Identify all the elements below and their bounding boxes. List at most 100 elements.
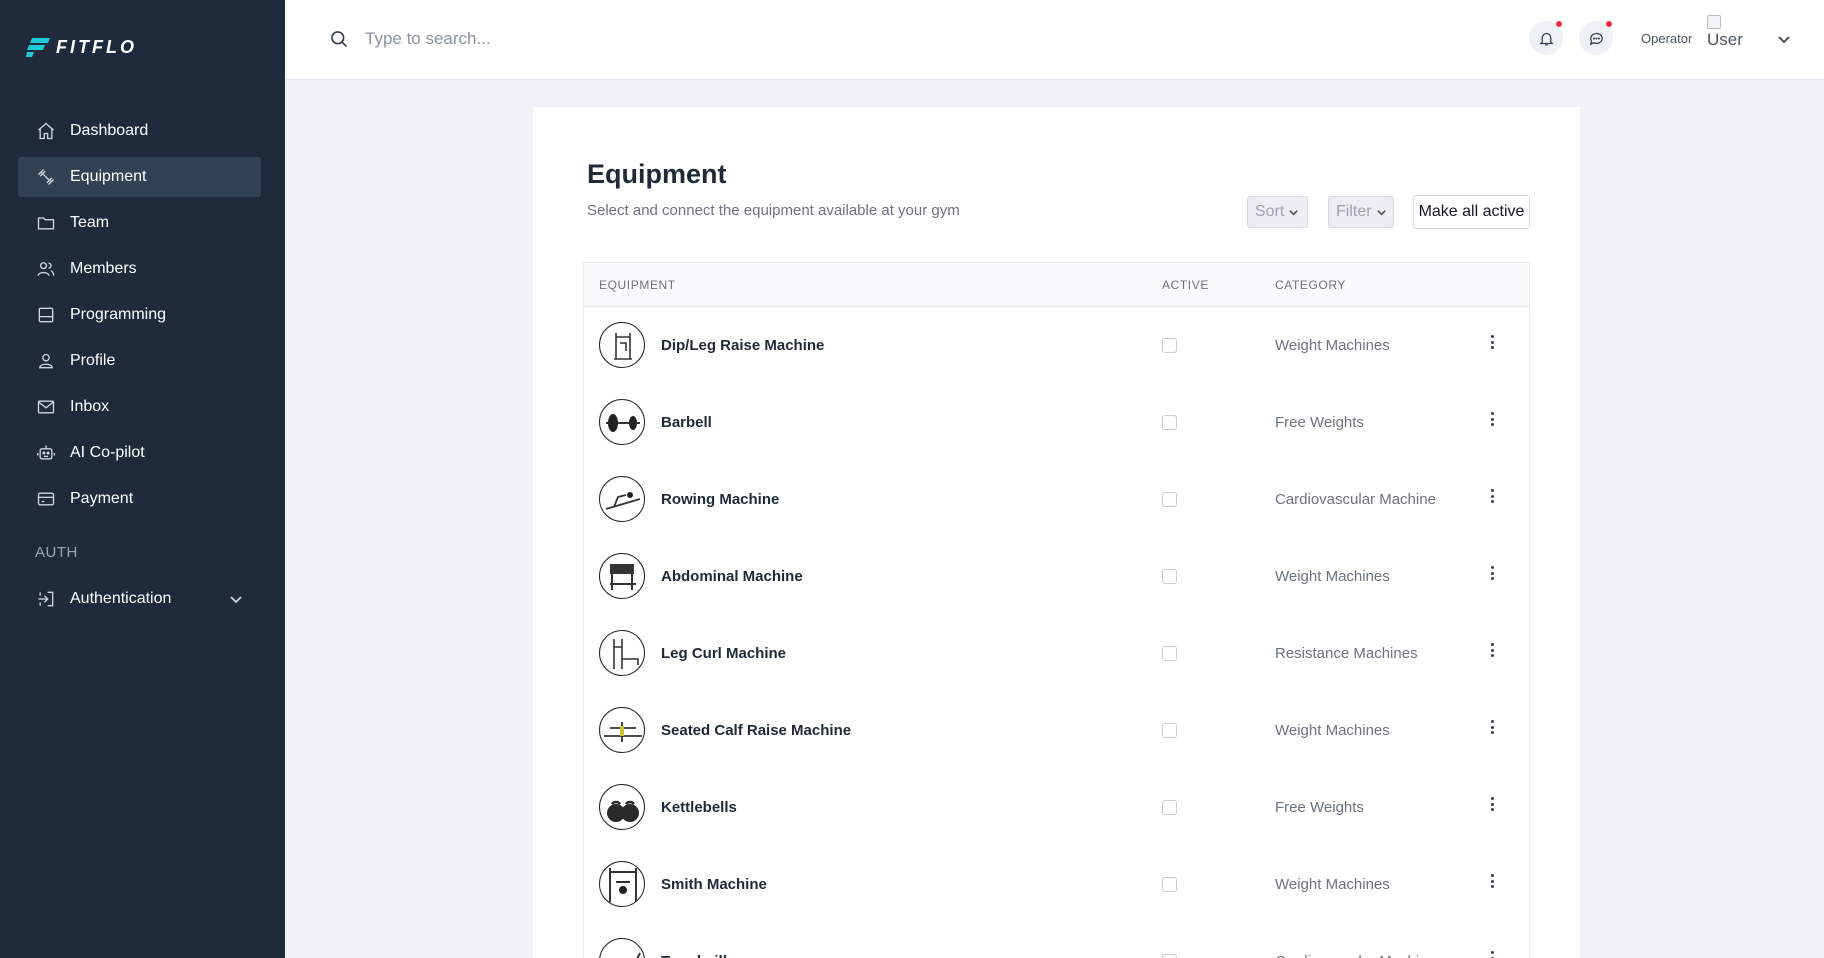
row-actions-icon[interactable] (1488, 489, 1496, 507)
equipment-thumbnail (599, 630, 645, 676)
user-role: Operator (1641, 31, 1693, 46)
row-actions-icon[interactable] (1488, 951, 1496, 958)
row-actions-icon[interactable] (1488, 566, 1496, 584)
table-row[interactable]: Dip/Leg Raise Machine Weight Machines (584, 307, 1529, 384)
filter-label: Filter (1336, 203, 1372, 220)
row-actions-icon[interactable] (1488, 335, 1496, 353)
sidebar-item-programming[interactable]: Programming (18, 295, 261, 335)
active-checkbox[interactable] (1162, 415, 1177, 430)
message-dot (1605, 20, 1613, 28)
notifications-button[interactable] (1529, 20, 1563, 55)
table-row[interactable]: Leg Curl Machine Resistance Machines (584, 615, 1529, 692)
equipment-category: Weight Machines (1275, 876, 1390, 893)
search-input[interactable] (365, 24, 865, 54)
equipment-category: Weight Machines (1275, 337, 1390, 354)
equipment-name: Barbell (661, 414, 712, 431)
equipment-category: Resistance Machines (1275, 645, 1418, 662)
table-row[interactable]: Smith Machine Weight Machines (584, 846, 1529, 923)
table-row[interactable]: Rowing Machine Cardiovascular Machine (584, 461, 1529, 538)
active-checkbox[interactable] (1162, 338, 1177, 353)
table-row[interactable]: Seated Calf Raise Machine Weight Machines (584, 692, 1529, 769)
sidebar-item-profile[interactable]: Profile (18, 341, 261, 381)
bell-icon (1538, 32, 1554, 46)
row-actions-icon[interactable] (1488, 643, 1496, 661)
make-all-active-button[interactable]: Make all active (1413, 195, 1530, 229)
sidebar-item-members[interactable]: Members (18, 249, 261, 289)
chevron-down-icon (1289, 209, 1299, 216)
active-checkbox[interactable] (1162, 800, 1177, 815)
equipment-thumbnail (599, 938, 645, 958)
fitflo-logo[interactable]: FITFLO (26, 36, 137, 58)
sidebar-item-dashboard[interactable]: Dashboard (18, 111, 261, 151)
seated-calf-raise-machine-image (604, 722, 642, 742)
column-header-equipment: EQUIPMENT (599, 278, 676, 292)
equipment-thumbnail (599, 707, 645, 753)
login-icon (38, 591, 54, 607)
row-actions-icon[interactable] (1488, 720, 1496, 738)
active-checkbox[interactable] (1162, 569, 1177, 584)
messages-button[interactable] (1579, 20, 1613, 55)
equipment-category: Cardiovascular Machine (1275, 953, 1436, 958)
chevron-down-icon[interactable] (229, 592, 243, 606)
sidebar-item-inbox[interactable]: Inbox (18, 387, 261, 427)
sidebar-item-payment[interactable]: Payment (18, 479, 261, 519)
equipment-name: Treadmill (661, 953, 727, 958)
sidebar-item-team[interactable]: Team (18, 203, 261, 243)
equipment-card: Equipment Select and connect the equipme… (533, 107, 1580, 958)
equipment-thumbnail (599, 322, 645, 368)
sidebar-item-label: AI Co-pilot (70, 444, 145, 461)
equipment-category: Weight Machines (1275, 722, 1390, 739)
sidebar-nav: Dashboard Equipment Team Members Program… (18, 111, 261, 525)
table-row[interactable]: Kettlebells Free Weights (584, 769, 1529, 846)
avatar-alt-text: User (1707, 30, 1743, 49)
equipment-name: Smith Machine (661, 876, 767, 893)
sidebar-item-ai-copilot[interactable]: AI Co-pilot (18, 433, 261, 473)
equipment-table: EQUIPMENT ACTIVE CATEGORY Dip/Leg Raise … (583, 262, 1530, 958)
treadmill-image (636, 952, 641, 958)
sidebar-item-label: Dashboard (70, 122, 149, 139)
active-checkbox[interactable] (1162, 877, 1177, 892)
row-actions-icon[interactable] (1488, 874, 1496, 892)
filter-select[interactable]: Filter (1328, 196, 1394, 228)
dip-leg-raise-machine-image (614, 333, 632, 360)
equipment-thumbnail (599, 476, 645, 522)
row-actions-icon[interactable] (1488, 797, 1496, 815)
folder-icon (37, 217, 55, 230)
sidebar-item-label: Payment (70, 490, 134, 507)
user-menu-chevron-icon[interactable] (1777, 32, 1791, 46)
sidebar-item-authentication[interactable]: Authentication (18, 579, 261, 619)
row-actions-icon[interactable] (1488, 412, 1496, 430)
leg-curl-machine-image (613, 639, 639, 669)
broken-image-icon (1707, 15, 1721, 29)
equipment-thumbnail (599, 399, 645, 445)
column-header-category: CATEGORY (1275, 278, 1347, 292)
sidebar-item-equipment[interactable]: Equipment (18, 157, 261, 197)
equipment-category: Weight Machines (1275, 568, 1390, 585)
sidebar-item-label: Equipment (70, 168, 147, 185)
equipment-thumbnail (599, 861, 645, 907)
avatar[interactable]: User (1707, 15, 1751, 55)
abdominal-machine-image (610, 564, 636, 590)
table-row[interactable]: Abdominal Machine Weight Machines (584, 538, 1529, 615)
sort-select[interactable]: Sort (1247, 196, 1308, 228)
notification-dot (1555, 20, 1563, 28)
active-checkbox[interactable] (1162, 646, 1177, 661)
user-icon (39, 353, 53, 369)
equipment-name: Seated Calf Raise Machine (661, 722, 852, 739)
equipment-name: Leg Curl Machine (661, 645, 787, 662)
credit-card-icon (37, 492, 55, 506)
equipment-name: Dip/Leg Raise Machine (661, 337, 825, 354)
equipment-category: Free Weights (1275, 799, 1364, 816)
dumbbell-icon (38, 169, 54, 185)
active-checkbox[interactable] (1162, 723, 1177, 738)
active-checkbox[interactable] (1162, 492, 1177, 507)
search-icon (331, 31, 348, 48)
table-row[interactable]: Barbell Free Weights (584, 384, 1529, 461)
mail-icon (37, 400, 55, 414)
active-checkbox[interactable] (1162, 954, 1177, 958)
sidebar-item-label: Profile (70, 352, 116, 369)
table-header: EQUIPMENT ACTIVE CATEGORY (584, 263, 1529, 307)
equipment-category: Free Weights (1275, 414, 1364, 431)
equipment-name: Rowing Machine (661, 491, 780, 508)
table-row[interactable]: Treadmill Cardiovascular Machine (584, 923, 1529, 958)
